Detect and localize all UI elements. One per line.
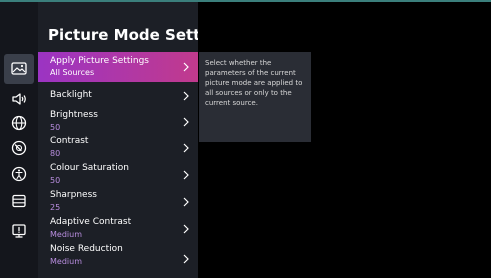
menu-item-label: Brightness [50,110,98,120]
menu-item-sharpness[interactable]: Sharpness 25 [38,188,198,215]
menu-item-value: Medium [50,257,82,266]
menu-item-value: Medium [50,230,82,239]
menu-item-colour-saturation[interactable]: Colour Saturation 50 [38,161,198,188]
picture-mode-settings-panel: Picture Mode Settings Apply Picture Sett… [38,2,198,278]
menu-item-label: Noise Reduction [50,244,123,254]
menu-item-backlight[interactable]: Backlight [38,82,198,109]
chevron-right-icon [183,254,189,264]
support-icon[interactable] [10,222,28,240]
menu-item-label: Colour Saturation [50,163,129,173]
chevron-right-icon [183,62,189,72]
menu-item-label: Apply Picture Settings [50,56,149,66]
sound-icon[interactable] [10,90,28,108]
menu-item-value: All Sources [50,68,95,77]
menu-item-apply-picture-settings[interactable]: Apply Picture Settings All Sources [38,52,198,82]
menu-item-label: Backlight [50,90,92,100]
chevron-right-icon [183,197,189,207]
menu-item-value: 50 [50,123,61,132]
accessibility-icon[interactable] [10,165,28,183]
list-icon[interactable] [10,192,28,210]
menu-item-label: Adaptive Contrast [50,217,132,227]
chevron-right-icon [183,91,189,101]
menu-item-label: Sharpness [50,190,97,200]
tv-settings-screen: Picture Mode Settings Apply Picture Sett… [0,0,491,278]
help-tooltip: Select whether the parameters of the cur… [199,52,311,142]
chevron-right-icon [183,170,189,180]
channel-dial-icon[interactable] [10,139,28,157]
tooltip-text: Select whether the parameters of the cur… [205,59,303,107]
menu-item-noise-reduction[interactable]: Noise Reduction Medium [38,242,198,269]
network-globe-icon[interactable] [10,114,28,132]
picture-icon[interactable] [4,54,34,84]
menu-item-value: 25 [50,203,61,212]
chevron-right-icon [183,117,189,127]
category-icon-rail [0,2,38,278]
menu-item-adaptive-contrast[interactable]: Adaptive Contrast Medium [38,215,198,242]
menu-item-brightness[interactable]: Brightness 50 [38,108,198,135]
chevron-right-icon [183,224,189,234]
menu-item-label: Contrast [50,136,89,146]
menu-item-value: 50 [50,176,61,185]
chevron-right-icon [183,143,189,153]
menu-item-value: 80 [50,149,61,158]
menu-item-contrast[interactable]: Contrast 80 [38,134,198,161]
panel-title: Picture Mode Settings [48,26,198,44]
